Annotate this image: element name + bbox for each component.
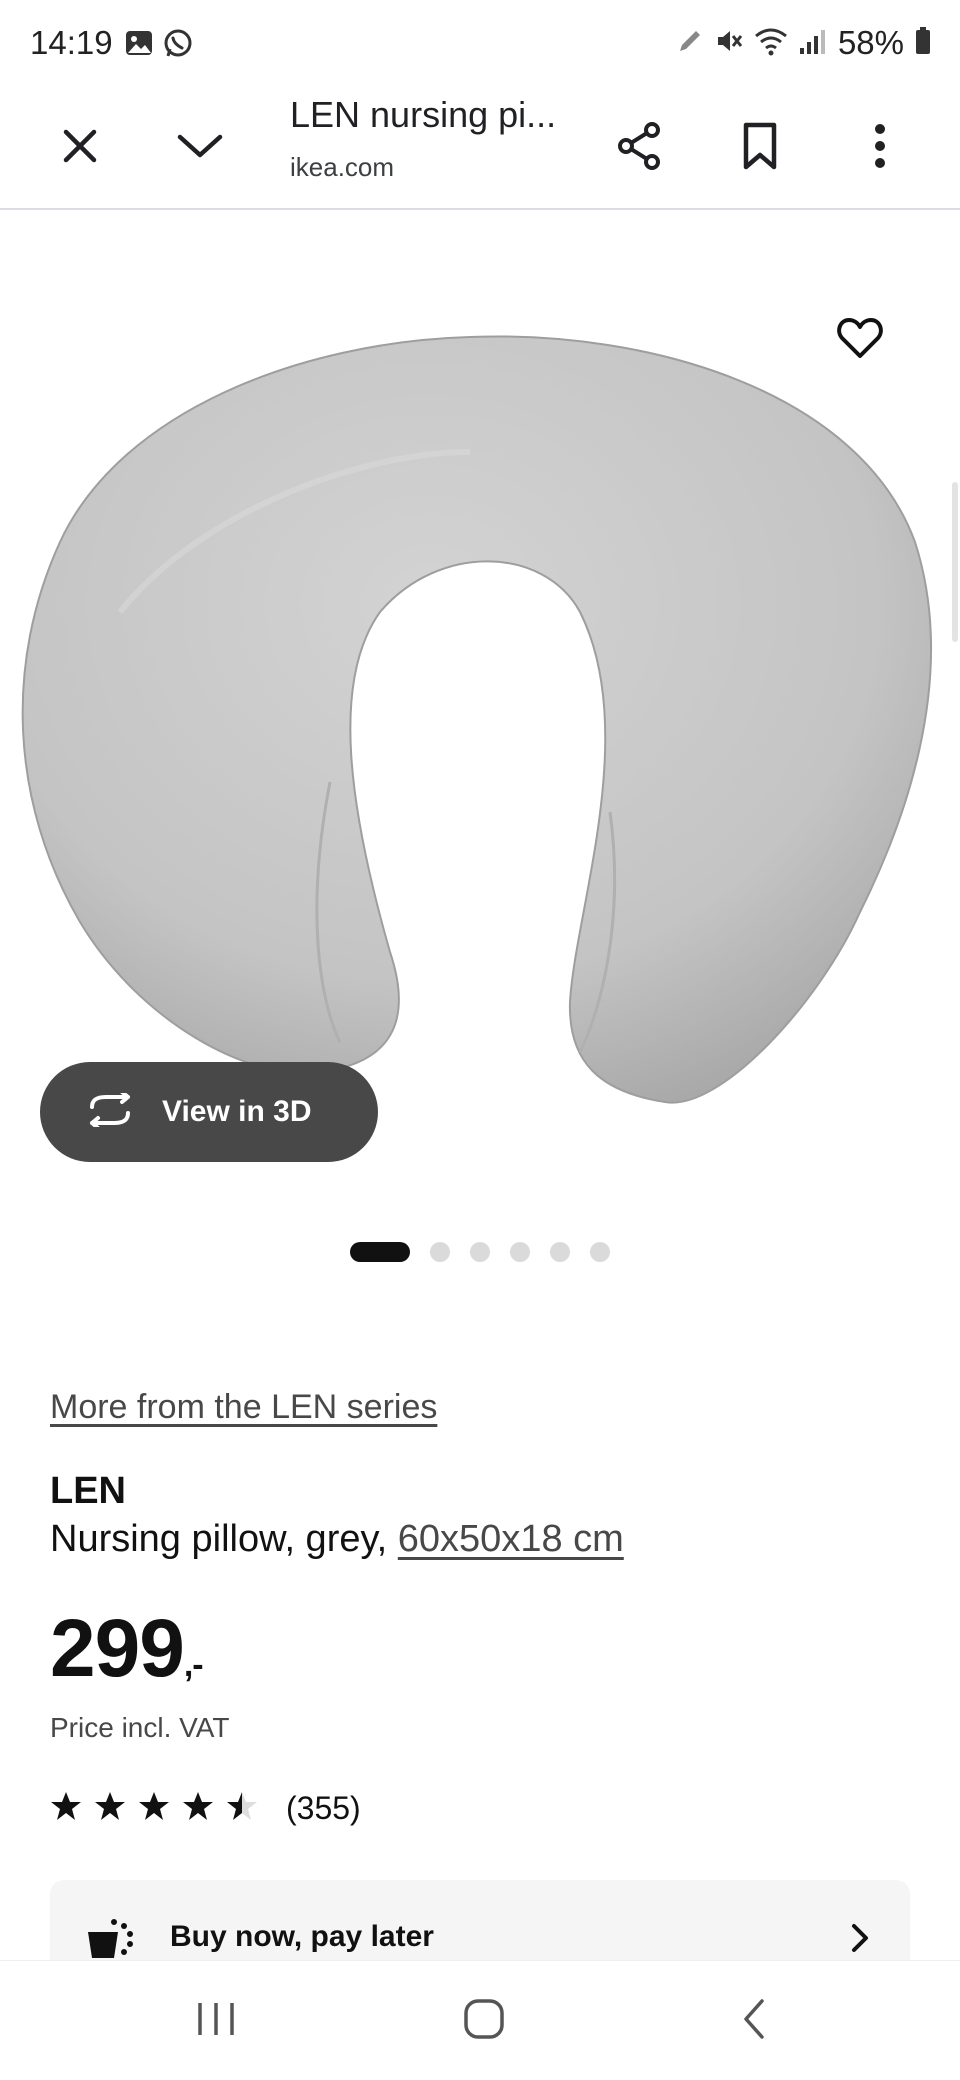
wifi-icon <box>754 26 788 61</box>
view-in-3d-button[interactable]: View in 3D <box>40 1062 378 1162</box>
status-time: 14:19 <box>30 24 113 61</box>
heart-icon <box>837 317 883 364</box>
scroll-indicator <box>952 482 958 642</box>
star-icon <box>182 1791 214 1826</box>
rotate-3d-icon <box>84 1089 136 1132</box>
carousel-dot-active[interactable] <box>350 1242 410 1262</box>
product-price: 299,- <box>50 1602 204 1696</box>
system-navigation-bar <box>0 1960 960 2080</box>
star-icon <box>138 1791 170 1826</box>
battery-percent: 58% <box>837 24 904 61</box>
back-button[interactable] <box>704 1981 804 2061</box>
product-description: Nursing pillow, grey, 60x50x18 cm <box>50 1518 624 1561</box>
recents-icon <box>194 1999 238 2044</box>
carousel-dot[interactable] <box>430 1242 450 1262</box>
product-size-link[interactable]: 60x50x18 cm <box>398 1518 624 1560</box>
product-description-text: Nursing pillow, grey, <box>50 1518 398 1560</box>
product-rating[interactable]: (355) <box>50 1790 361 1827</box>
home-button[interactable] <box>434 1981 534 2061</box>
star-half-icon <box>226 1791 258 1826</box>
recents-button[interactable] <box>166 1981 266 2061</box>
image-carousel-dots <box>350 1242 610 1262</box>
star-icon <box>50 1791 82 1826</box>
home-icon <box>462 1997 506 2046</box>
star-icon <box>94 1791 126 1826</box>
close-icon <box>60 126 100 171</box>
rating-count: (355) <box>286 1790 361 1826</box>
mute-icon <box>714 26 744 61</box>
whatsapp-icon <box>162 28 194 65</box>
share-icon <box>614 120 666 177</box>
carousel-dot[interactable] <box>470 1242 490 1262</box>
chevron-right-icon <box>850 1922 870 1959</box>
back-icon <box>740 1997 768 2046</box>
price-note: Price incl. VAT <box>50 1712 230 1743</box>
share-button[interactable] <box>600 108 680 188</box>
signal-icon <box>798 26 828 61</box>
product-name: LEN <box>50 1470 126 1512</box>
browser-toolbar: LEN nursing pi... ikea.com <box>0 90 960 210</box>
bookmark-button[interactable] <box>720 108 800 188</box>
gallery-icon <box>124 28 154 65</box>
page-domain: ikea.com <box>290 152 395 182</box>
status-bar: 14:19 58% <box>0 0 960 90</box>
minimize-button[interactable] <box>160 108 240 188</box>
carousel-dot[interactable] <box>590 1242 610 1262</box>
favourite-button[interactable] <box>820 300 900 380</box>
bnpl-label: Buy now, pay later <box>170 1920 434 1953</box>
battery-icon <box>914 26 932 61</box>
view-in-3d-label: View in 3D <box>162 1095 312 1128</box>
close-button[interactable] <box>40 108 120 188</box>
page-title: LEN nursing pi... <box>290 94 557 135</box>
chevron-down-icon <box>176 131 224 166</box>
price-main: 299 <box>50 1603 185 1694</box>
series-link[interactable]: More from the LEN series <box>50 1388 437 1427</box>
pen-icon <box>676 27 704 60</box>
rating-stars <box>50 1791 258 1826</box>
carousel-dot[interactable] <box>510 1242 530 1262</box>
carousel-dot[interactable] <box>550 1242 570 1262</box>
price-suffix: ,- <box>183 1646 204 1684</box>
bookmark-icon <box>740 121 780 176</box>
more-options-button[interactable] <box>840 108 920 188</box>
more-vert-icon <box>874 123 886 174</box>
